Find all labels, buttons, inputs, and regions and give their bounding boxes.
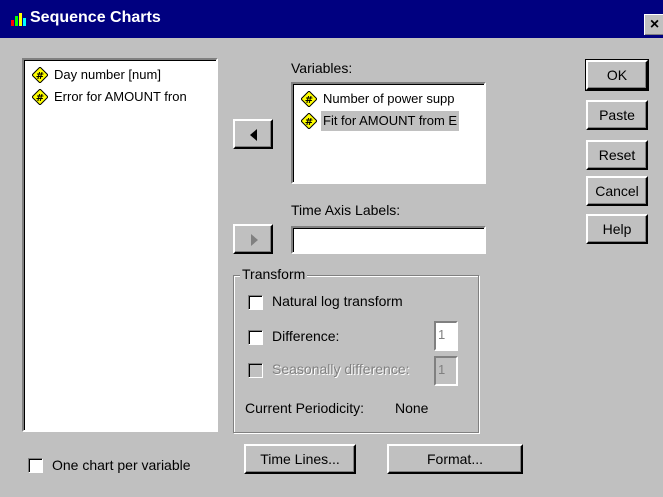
help-button[interactable]: Help	[586, 214, 648, 244]
chart-app-icon	[11, 13, 26, 26]
time-axis-field[interactable]	[291, 226, 486, 254]
list-item-label: Number of power supp	[323, 91, 455, 106]
list-item-label: Fit for AMOUNT from E	[321, 111, 460, 131]
cancel-button[interactable]: Cancel	[586, 176, 648, 206]
time-lines-button[interactable]: Time Lines...	[244, 444, 356, 474]
list-item-label: Day number [num]	[54, 67, 161, 82]
svg-text:#: #	[36, 71, 44, 82]
right-arrow-icon	[251, 234, 258, 246]
difference-checkbox[interactable]	[248, 330, 263, 345]
seasonal-difference-checkbox[interactable]	[248, 363, 263, 378]
paste-button[interactable]: Paste	[586, 100, 648, 130]
window-title: Sequence Charts	[30, 9, 161, 26]
difference-label[interactable]: Difference:	[272, 328, 339, 344]
numeric-variable-icon: #	[301, 113, 317, 129]
format-button[interactable]: Format...	[387, 444, 523, 474]
periodicity-value: None	[395, 400, 429, 416]
title-bar: Sequence Charts ×	[0, 0, 663, 38]
numeric-variable-icon: #	[32, 89, 48, 105]
one-chart-label[interactable]: One chart per variable	[52, 457, 191, 473]
svg-text:#: #	[305, 117, 313, 128]
numeric-variable-icon: #	[32, 67, 48, 83]
sequence-charts-dialog: Sequence Charts × # Day number [num] # E…	[0, 0, 663, 497]
left-arrow-icon	[250, 129, 257, 141]
move-time-axis-button[interactable]	[233, 224, 273, 254]
difference-input[interactable]: 1	[434, 321, 458, 351]
list-item-label: Error for AMOUNT fron	[54, 89, 187, 104]
move-variable-button[interactable]	[233, 119, 273, 149]
ok-button[interactable]: OK	[585, 59, 649, 91]
numeric-variable-icon: #	[301, 91, 317, 107]
svg-text:#: #	[305, 95, 313, 106]
variables-list[interactable]: # Number of power supp # Fit for AMOUNT …	[291, 82, 486, 184]
svg-text:#: #	[36, 93, 44, 104]
transform-group-title: Transform	[240, 266, 308, 282]
seasonal-difference-label[interactable]: Seasonally difference:	[272, 361, 410, 377]
seasonal-difference-input[interactable]: 1	[434, 356, 458, 386]
natural-log-checkbox[interactable]	[248, 295, 263, 310]
close-button[interactable]: ×	[644, 14, 663, 35]
reset-button[interactable]: Reset	[586, 140, 648, 170]
periodicity-label: Current Periodicity:	[245, 400, 365, 416]
time-axis-label: Time Axis Labels:	[291, 202, 401, 218]
one-chart-checkbox[interactable]	[28, 458, 43, 473]
source-variable-list[interactable]: # Day number [num] # Error for AMOUNT fr…	[22, 58, 218, 432]
variables-label: Variables:	[291, 60, 353, 76]
natural-log-label[interactable]: Natural log transform	[272, 293, 403, 309]
